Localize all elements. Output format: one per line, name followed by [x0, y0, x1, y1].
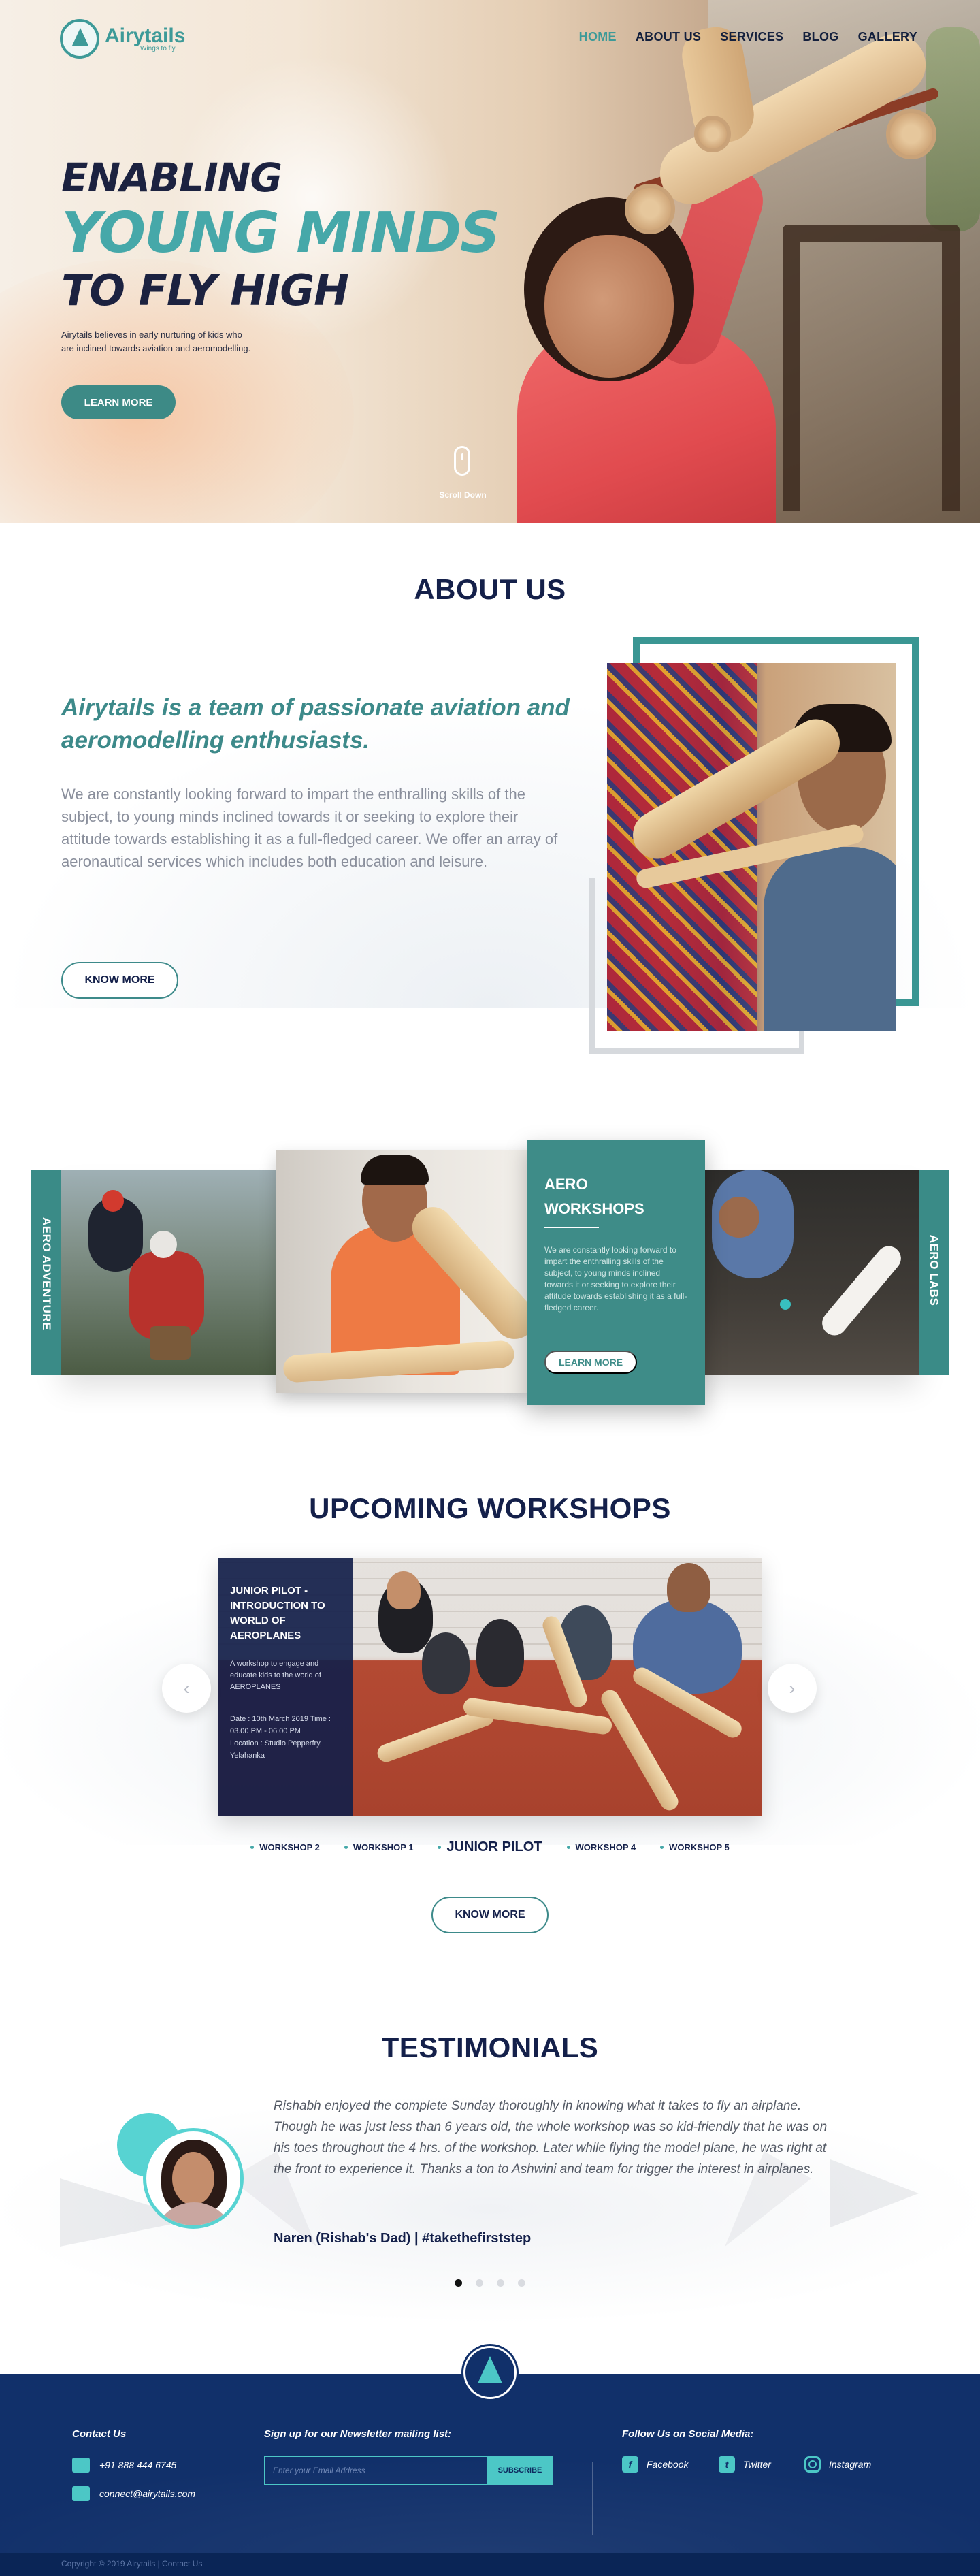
logo[interactable]: Airytails Wings to fly [60, 19, 185, 59]
workshop-tab[interactable]: WORKSHOP 4 [566, 1842, 636, 1852]
hero-learn-more-button[interactable]: LEARN MORE [61, 385, 176, 419]
testimonial-pagination [0, 2279, 980, 2287]
testimonial-quote: Rishabh enjoyed the complete Sunday thor… [274, 2099, 828, 2176]
pagination-dot[interactable] [497, 2279, 504, 2287]
newsletter-email-input[interactable] [264, 2456, 489, 2485]
testimonials-title: TESTIMONIALS [381, 2031, 599, 2063]
aero-workshops-learn-more-button[interactable]: LEARN MORE [544, 1351, 637, 1374]
phone-icon [72, 2458, 90, 2473]
workshops-know-more-button[interactable]: KNOW MORE [431, 1897, 549, 1933]
paper-plane-icon [830, 2159, 919, 2227]
nav-services[interactable]: SERVICES [720, 30, 783, 44]
workshop-slide-date: Date : 10th March 2019 Time : 03.00 PM -… [230, 1715, 331, 1735]
aero-workshops-photo[interactable] [276, 1150, 528, 1393]
aero-labs-label: AERO LABS [928, 1234, 941, 1306]
aero-adventure-tab[interactable]: AERO ADVENTURE [31, 1170, 61, 1375]
aero-adventure-photo[interactable] [61, 1170, 276, 1375]
next-arrow-icon[interactable]: › [768, 1664, 817, 1713]
mouse-scroll-icon[interactable] [454, 446, 470, 476]
workshop-slide-location: Location : Studio Pepperfry, Yelahanka [230, 1739, 322, 1760]
workshop-tabs: WORKSHOP 2 WORKSHOP 1 JUNIOR PILOT WORKS… [0, 1839, 980, 1855]
hero-headline: ENABLING YOUNG MINDS TO FLY HIGH [61, 155, 500, 315]
hero-line-1: ENABLING [61, 155, 282, 201]
hero-line-3: TO FLY HIGH [61, 265, 349, 315]
about-know-more-button[interactable]: KNOW MORE [61, 962, 178, 999]
pagination-dot[interactable] [518, 2279, 525, 2287]
aero-adventure-label: AERO ADVENTURE [40, 1217, 53, 1330]
workshop-tab[interactable]: WORKSHOP 2 [250, 1842, 320, 1852]
testimonial-avatar [143, 2128, 244, 2229]
logo-icon [60, 19, 99, 59]
workshop-tab-active[interactable]: JUNIOR PILOT [438, 1839, 542, 1855]
nav-gallery[interactable]: GALLERY [858, 30, 917, 44]
about-lead: Airytails is a team of passionate aviati… [61, 694, 570, 754]
prev-arrow-icon[interactable]: ‹ [162, 1664, 211, 1713]
facebook-icon: f [622, 2456, 638, 2473]
social-facebook[interactable]: f Facebook [622, 2456, 688, 2473]
about-title: ABOUT US [414, 573, 566, 605]
workshop-slide[interactable]: JUNIOR PILOT - INTRODUCTION TO WORLD OF … [218, 1558, 762, 1816]
scroll-down-label[interactable]: Scroll Down [422, 490, 504, 500]
aero-workshops-text: We are constantly looking forward to imp… [544, 1245, 687, 1313]
twitter-icon: t [719, 2456, 735, 2473]
contact-title: Contact Us [72, 2428, 127, 2440]
aero-workshops-card: AERO WORKSHOPS We are constantly looking… [527, 1140, 705, 1405]
social-instagram[interactable]: Instagram [804, 2456, 871, 2473]
aero-labs-photo[interactable] [705, 1170, 919, 1375]
workshop-tab[interactable]: WORKSHOP 1 [344, 1842, 413, 1852]
nav-menu: HOME ABOUT US SERVICES BLOG GALLERY [579, 30, 917, 44]
contact-email[interactable]: connect@airytails.com [72, 2486, 195, 2501]
top-nav: Airytails Wings to fly HOME ABOUT US SER… [0, 0, 980, 75]
nav-home[interactable]: HOME [579, 30, 617, 44]
social-title: Follow Us on Social Media: [622, 2428, 754, 2440]
nav-blog[interactable]: BLOG [802, 30, 838, 44]
newsletter-title: Sign up for our Newsletter mailing list: [264, 2428, 452, 2440]
pagination-dot-active[interactable] [455, 2279, 462, 2287]
aero-labs-tab[interactable]: AERO LABS [919, 1170, 949, 1375]
workshop-slide-text: A workshop to engage and educate kids to… [230, 1660, 321, 1691]
instagram-icon [804, 2456, 821, 2473]
aero-workshops-title: AERO WORKSHOPS [544, 1176, 644, 1217]
contact-phone[interactable]: +91 888 444 6745 [72, 2458, 176, 2473]
workshop-info-panel: JUNIOR PILOT - INTRODUCTION TO WORLD OF … [218, 1558, 353, 1816]
mail-icon [72, 2486, 90, 2501]
subscribe-button[interactable]: SUBSCRIBE [487, 2456, 553, 2485]
workshop-slide-title: JUNIOR PILOT - INTRODUCTION TO WORLD OF … [230, 1585, 325, 1641]
workshop-tab[interactable]: WORKSHOP 5 [660, 1842, 730, 1852]
testimonial-author: Naren (Rishab's Dad) | #takethefirststep [274, 2231, 532, 2246]
footer-logo-icon [463, 2346, 517, 2399]
nav-about-us[interactable]: ABOUT US [636, 30, 701, 44]
about-body: We are constantly looking forward to imp… [61, 786, 558, 870]
copyright: Copyright © 2019 Airytails | Contact Us [61, 2559, 203, 2569]
workshops-title: UPCOMING WORKSHOPS [309, 1492, 671, 1524]
hero-description: Airytails believes in early nurturing of… [61, 329, 251, 353]
social-twitter[interactable]: t Twitter [719, 2456, 771, 2473]
logo-text: Airytails [105, 24, 186, 47]
pagination-dot[interactable] [476, 2279, 483, 2287]
hero-line-2: YOUNG MINDS [61, 201, 500, 265]
about-photo [607, 663, 896, 1031]
